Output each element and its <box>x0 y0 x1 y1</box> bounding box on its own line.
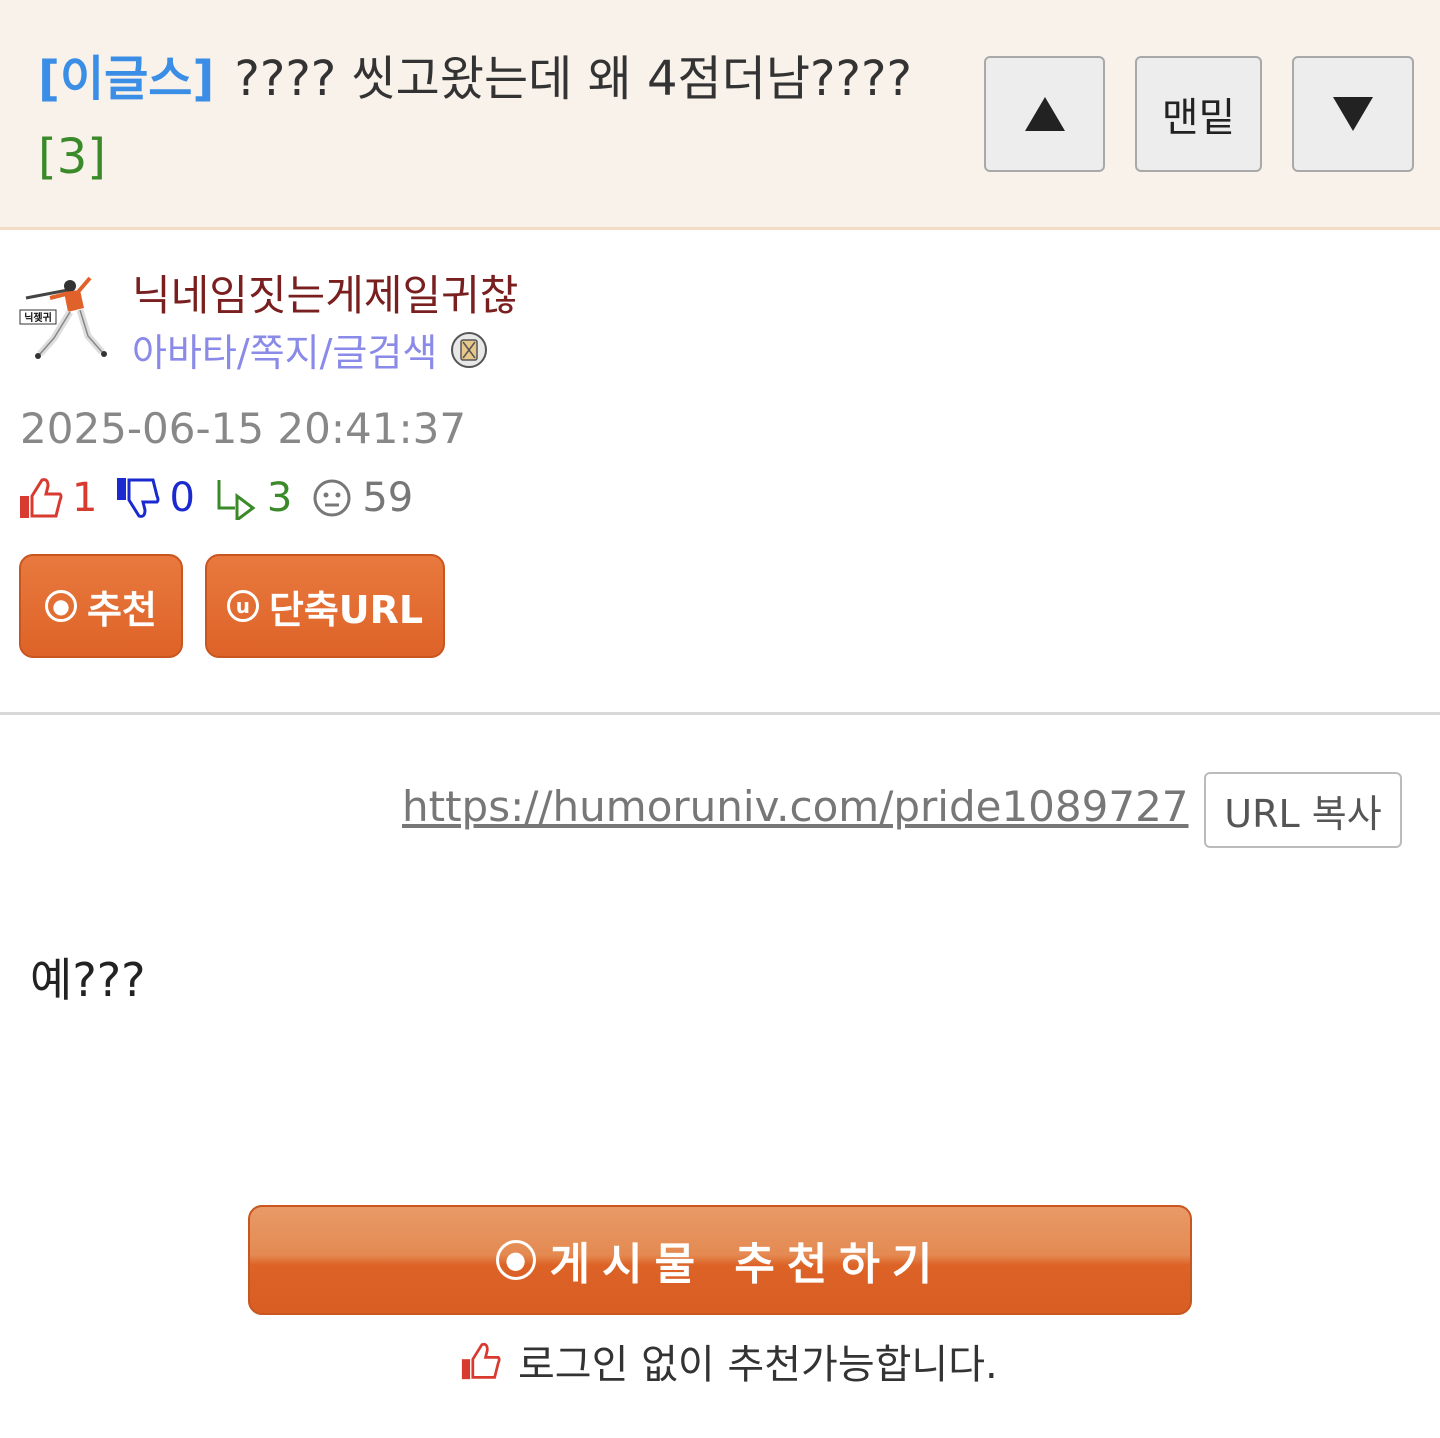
scroll-bottom-button[interactable]: 맨밑 <box>1135 56 1262 172</box>
thumbs-down-icon <box>117 478 160 518</box>
reply-stat: 3 <box>213 475 292 521</box>
post-date: 2025-06-15 20:41:37 <box>20 404 467 453</box>
post-header: [이글스] ???? 씻고왔는데 왜 4점더남???? [3] 맨밑 <box>0 0 1440 230</box>
login-note-text: 로그인 없이 추천가능합니다. <box>518 1342 998 1388</box>
avatar[interactable]: 닉젲귀 <box>18 268 114 372</box>
recommend-label: 추천 <box>87 587 157 632</box>
avatar-caption: 닉젲귀 <box>24 311 52 324</box>
circle-u-icon: u <box>226 590 259 622</box>
category-label[interactable]: [이글스] <box>38 51 214 107</box>
reply-arrow-icon <box>217 480 256 520</box>
circle-dot-icon: ● <box>495 1240 536 1280</box>
eye-face-icon <box>313 479 351 517</box>
comment-count[interactable]: [3] <box>38 118 938 196</box>
recommend-post-button[interactable]: ● 게시물 추천하기 <box>248 1205 1192 1315</box>
badge-icon <box>451 331 488 368</box>
recommend-post-label: 게시물 추천하기 <box>549 1239 945 1290</box>
down-arrow-icon <box>1333 97 1373 131</box>
post-stats: 1 0 3 59 <box>18 470 431 526</box>
thumbs-up-icon <box>461 1342 501 1380</box>
view-stat: 59 <box>310 475 413 521</box>
downvote-stat: 0 <box>115 475 195 521</box>
scroll-down-button[interactable] <box>1292 56 1414 172</box>
divider <box>0 712 1440 715</box>
author-links-text[interactable]: 아바타/쪽지/글검색 <box>132 322 437 377</box>
post-content: 예??? <box>30 953 146 1007</box>
upvote-count: 1 <box>72 475 98 521</box>
recommend-button[interactable]: ● 추천 <box>19 554 183 658</box>
downvote-count: 0 <box>169 475 195 521</box>
thumbs-up-icon <box>20 478 63 518</box>
upvote-stat: 1 <box>18 475 97 521</box>
short-url-button[interactable]: u 단축URL <box>205 554 445 658</box>
reply-count: 3 <box>266 475 293 521</box>
author-nickname[interactable]: 닉네임짓는게제일귀찮 <box>132 262 518 323</box>
up-arrow-icon <box>1024 97 1065 131</box>
view-count: 59 <box>362 475 414 521</box>
author-links: 아바타/쪽지/글검색 <box>132 322 489 377</box>
circle-dot-icon: ● <box>45 590 78 622</box>
title-text: ???? 씻고왔는데 왜 4점더남???? <box>234 51 912 107</box>
scroll-up-button[interactable] <box>984 56 1105 172</box>
url-copy-button[interactable]: URL 복사 <box>1204 772 1402 848</box>
short-url-label: 단축URL <box>268 587 424 632</box>
login-note: 로그인 없이 추천가능합니다. <box>460 1332 998 1390</box>
post-title: [이글스] ???? 씻고왔는데 왜 4점더남???? [3] <box>38 40 938 196</box>
post-url-link[interactable]: https://humoruniv.com/pride1089727 <box>402 782 1189 831</box>
